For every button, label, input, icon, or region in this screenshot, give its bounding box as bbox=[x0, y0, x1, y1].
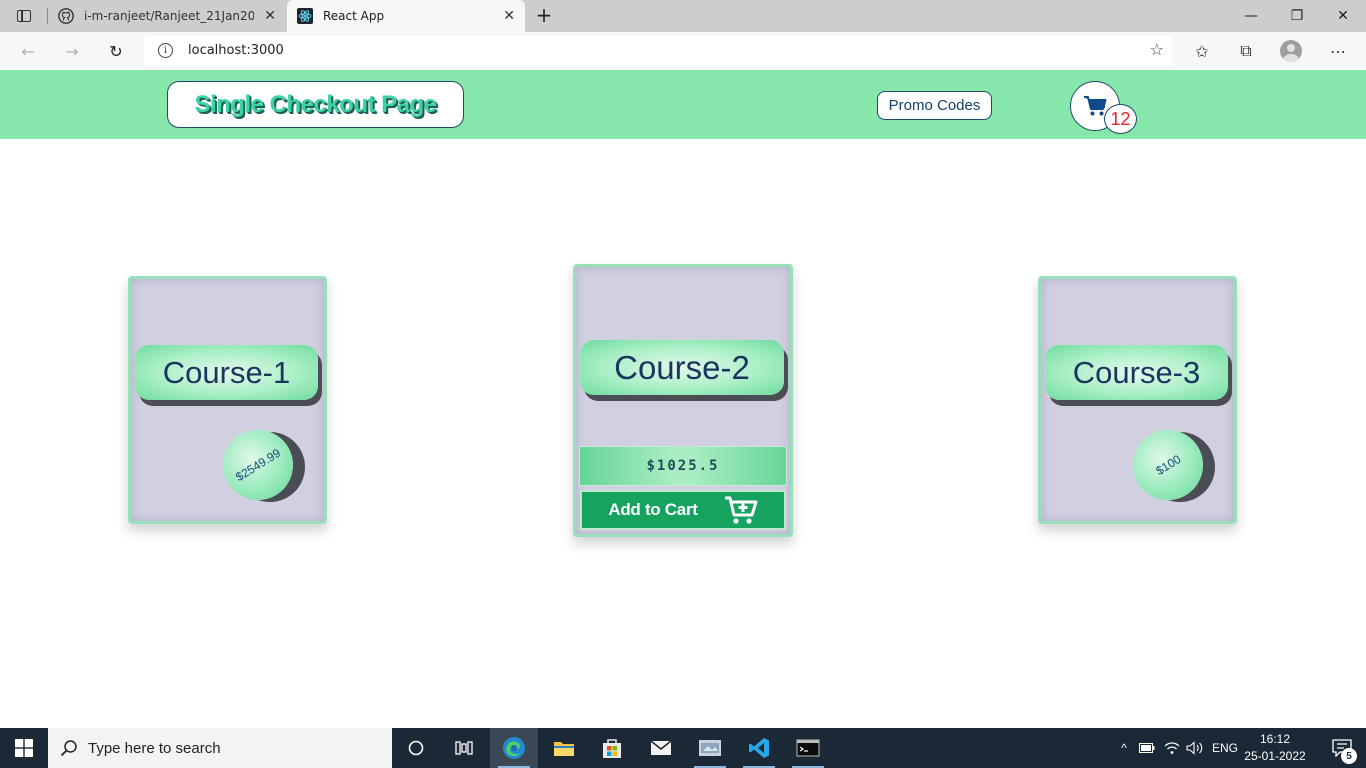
app-window-icon bbox=[699, 740, 721, 756]
address-toolbar: ← → ↻ i localhost:3000 ☆ ✩ ⧉ ⋯ bbox=[0, 32, 1366, 70]
clock-date: 25-01-2022 bbox=[1244, 749, 1306, 763]
terminal-icon bbox=[796, 739, 820, 757]
folder-icon bbox=[554, 742, 574, 756]
course-card-3[interactable]: Course-3 $100 bbox=[1038, 276, 1237, 524]
course-card-2[interactable]: Course-2 $1025.5 Add to Cart bbox=[573, 264, 793, 537]
wifi-icon[interactable] bbox=[1164, 728, 1180, 768]
search-icon bbox=[60, 740, 77, 757]
tab-actions-button[interactable] bbox=[8, 4, 40, 28]
edge-icon bbox=[503, 737, 525, 759]
system-clock[interactable]: 16:12 25-01-2022 bbox=[1240, 731, 1310, 765]
collections-icon[interactable]: ⧉ bbox=[1232, 38, 1260, 64]
refresh-button[interactable]: ↻ bbox=[102, 38, 130, 64]
url-text: localhost:3000 bbox=[188, 43, 284, 58]
restore-button[interactable]: ❐ bbox=[1274, 0, 1320, 32]
taskbar-vscode[interactable] bbox=[735, 728, 783, 768]
close-window-button[interactable]: ✕ bbox=[1320, 0, 1366, 32]
tab-github[interactable]: i-m-ranjeet/Ranjeet_21Jan2022_ ✕ bbox=[48, 0, 286, 32]
price-bar: $1025.5 bbox=[579, 446, 787, 486]
cart-count-badge: 12 bbox=[1104, 104, 1137, 134]
course-price: $100 bbox=[1152, 451, 1184, 479]
close-tab-icon[interactable]: ✕ bbox=[264, 9, 276, 23]
taskbar-edge[interactable] bbox=[490, 728, 538, 768]
add-to-cart-label: Add to Cart bbox=[608, 500, 698, 519]
clock-time: 16:12 bbox=[1259, 732, 1291, 746]
course-card-1[interactable]: Course-1 $2549.99 bbox=[128, 276, 327, 524]
task-view-icon bbox=[455, 741, 473, 755]
tab-title: i-m-ranjeet/Ranjeet_21Jan2022_ bbox=[84, 9, 254, 23]
course-name: Course-3 bbox=[1045, 345, 1228, 400]
cart-plus-icon bbox=[724, 496, 758, 524]
more-options-icon[interactable]: ⋯ bbox=[1324, 38, 1352, 64]
notification-center-button[interactable]: 5 bbox=[1318, 728, 1366, 768]
mail-icon bbox=[650, 740, 672, 755]
close-tab-icon[interactable]: ✕ bbox=[503, 9, 515, 23]
site-info-icon[interactable]: i bbox=[158, 43, 173, 58]
taskbar-app-window[interactable] bbox=[686, 728, 734, 768]
cortana-button[interactable] bbox=[392, 728, 440, 768]
add-to-cart-button[interactable]: Add to Cart bbox=[580, 490, 786, 530]
cart-icon bbox=[1084, 96, 1107, 116]
minimize-button[interactable]: — bbox=[1228, 0, 1274, 32]
course-price: $2549.99 bbox=[233, 445, 283, 485]
new-tab-button[interactable]: + bbox=[532, 4, 556, 28]
tab-title: React App bbox=[323, 9, 385, 23]
notification-count: 5 bbox=[1341, 748, 1357, 764]
cortana-icon bbox=[408, 740, 424, 756]
taskbar-file-explorer[interactable] bbox=[540, 728, 588, 768]
profile-avatar[interactable] bbox=[1280, 40, 1302, 62]
taskbar-search[interactable]: Type here to search bbox=[48, 728, 392, 768]
tab-react-app[interactable]: React App ✕ bbox=[287, 0, 525, 32]
browser-tab-strip: i-m-ranjeet/Ranjeet_21Jan2022_ ✕ React A… bbox=[0, 0, 1366, 32]
taskbar-store[interactable] bbox=[588, 728, 636, 768]
vscode-icon bbox=[749, 738, 769, 758]
promo-codes-button[interactable]: Promo Codes bbox=[877, 91, 992, 120]
add-favorite-icon[interactable]: ☆ bbox=[1150, 40, 1164, 59]
favorites-icon[interactable]: ✩ bbox=[1188, 38, 1216, 64]
forward-button[interactable]: → bbox=[58, 38, 86, 64]
battery-icon[interactable] bbox=[1139, 728, 1155, 768]
task-view-button[interactable] bbox=[440, 728, 488, 768]
app-header: Single Checkout Page Promo Codes 12 bbox=[0, 70, 1366, 139]
course-name: Course-2 bbox=[580, 340, 784, 395]
course-name: Course-1 bbox=[135, 345, 318, 400]
address-bar[interactable]: i localhost:3000 ☆ bbox=[144, 36, 1172, 66]
tab-actions-icon bbox=[17, 10, 31, 22]
start-button[interactable] bbox=[0, 728, 48, 768]
page-title: Single Checkout Page bbox=[167, 81, 464, 128]
react-icon bbox=[297, 8, 313, 24]
taskbar-mail[interactable] bbox=[637, 728, 685, 768]
back-button[interactable]: ← bbox=[14, 38, 42, 64]
taskbar-terminal[interactable] bbox=[784, 728, 832, 768]
show-hidden-icons[interactable]: ^ bbox=[1114, 728, 1134, 768]
github-icon bbox=[58, 8, 74, 24]
price-circle: $2549.99 bbox=[223, 430, 293, 500]
windows-taskbar: Type here to search ^ ENG 16:12 25-01-20… bbox=[0, 728, 1366, 768]
language-indicator[interactable]: ENG bbox=[1212, 728, 1238, 768]
volume-icon[interactable] bbox=[1186, 728, 1204, 768]
search-placeholder: Type here to search bbox=[88, 739, 221, 757]
windows-icon bbox=[15, 739, 33, 757]
store-icon bbox=[603, 739, 621, 758]
price-circle: $100 bbox=[1133, 430, 1203, 500]
